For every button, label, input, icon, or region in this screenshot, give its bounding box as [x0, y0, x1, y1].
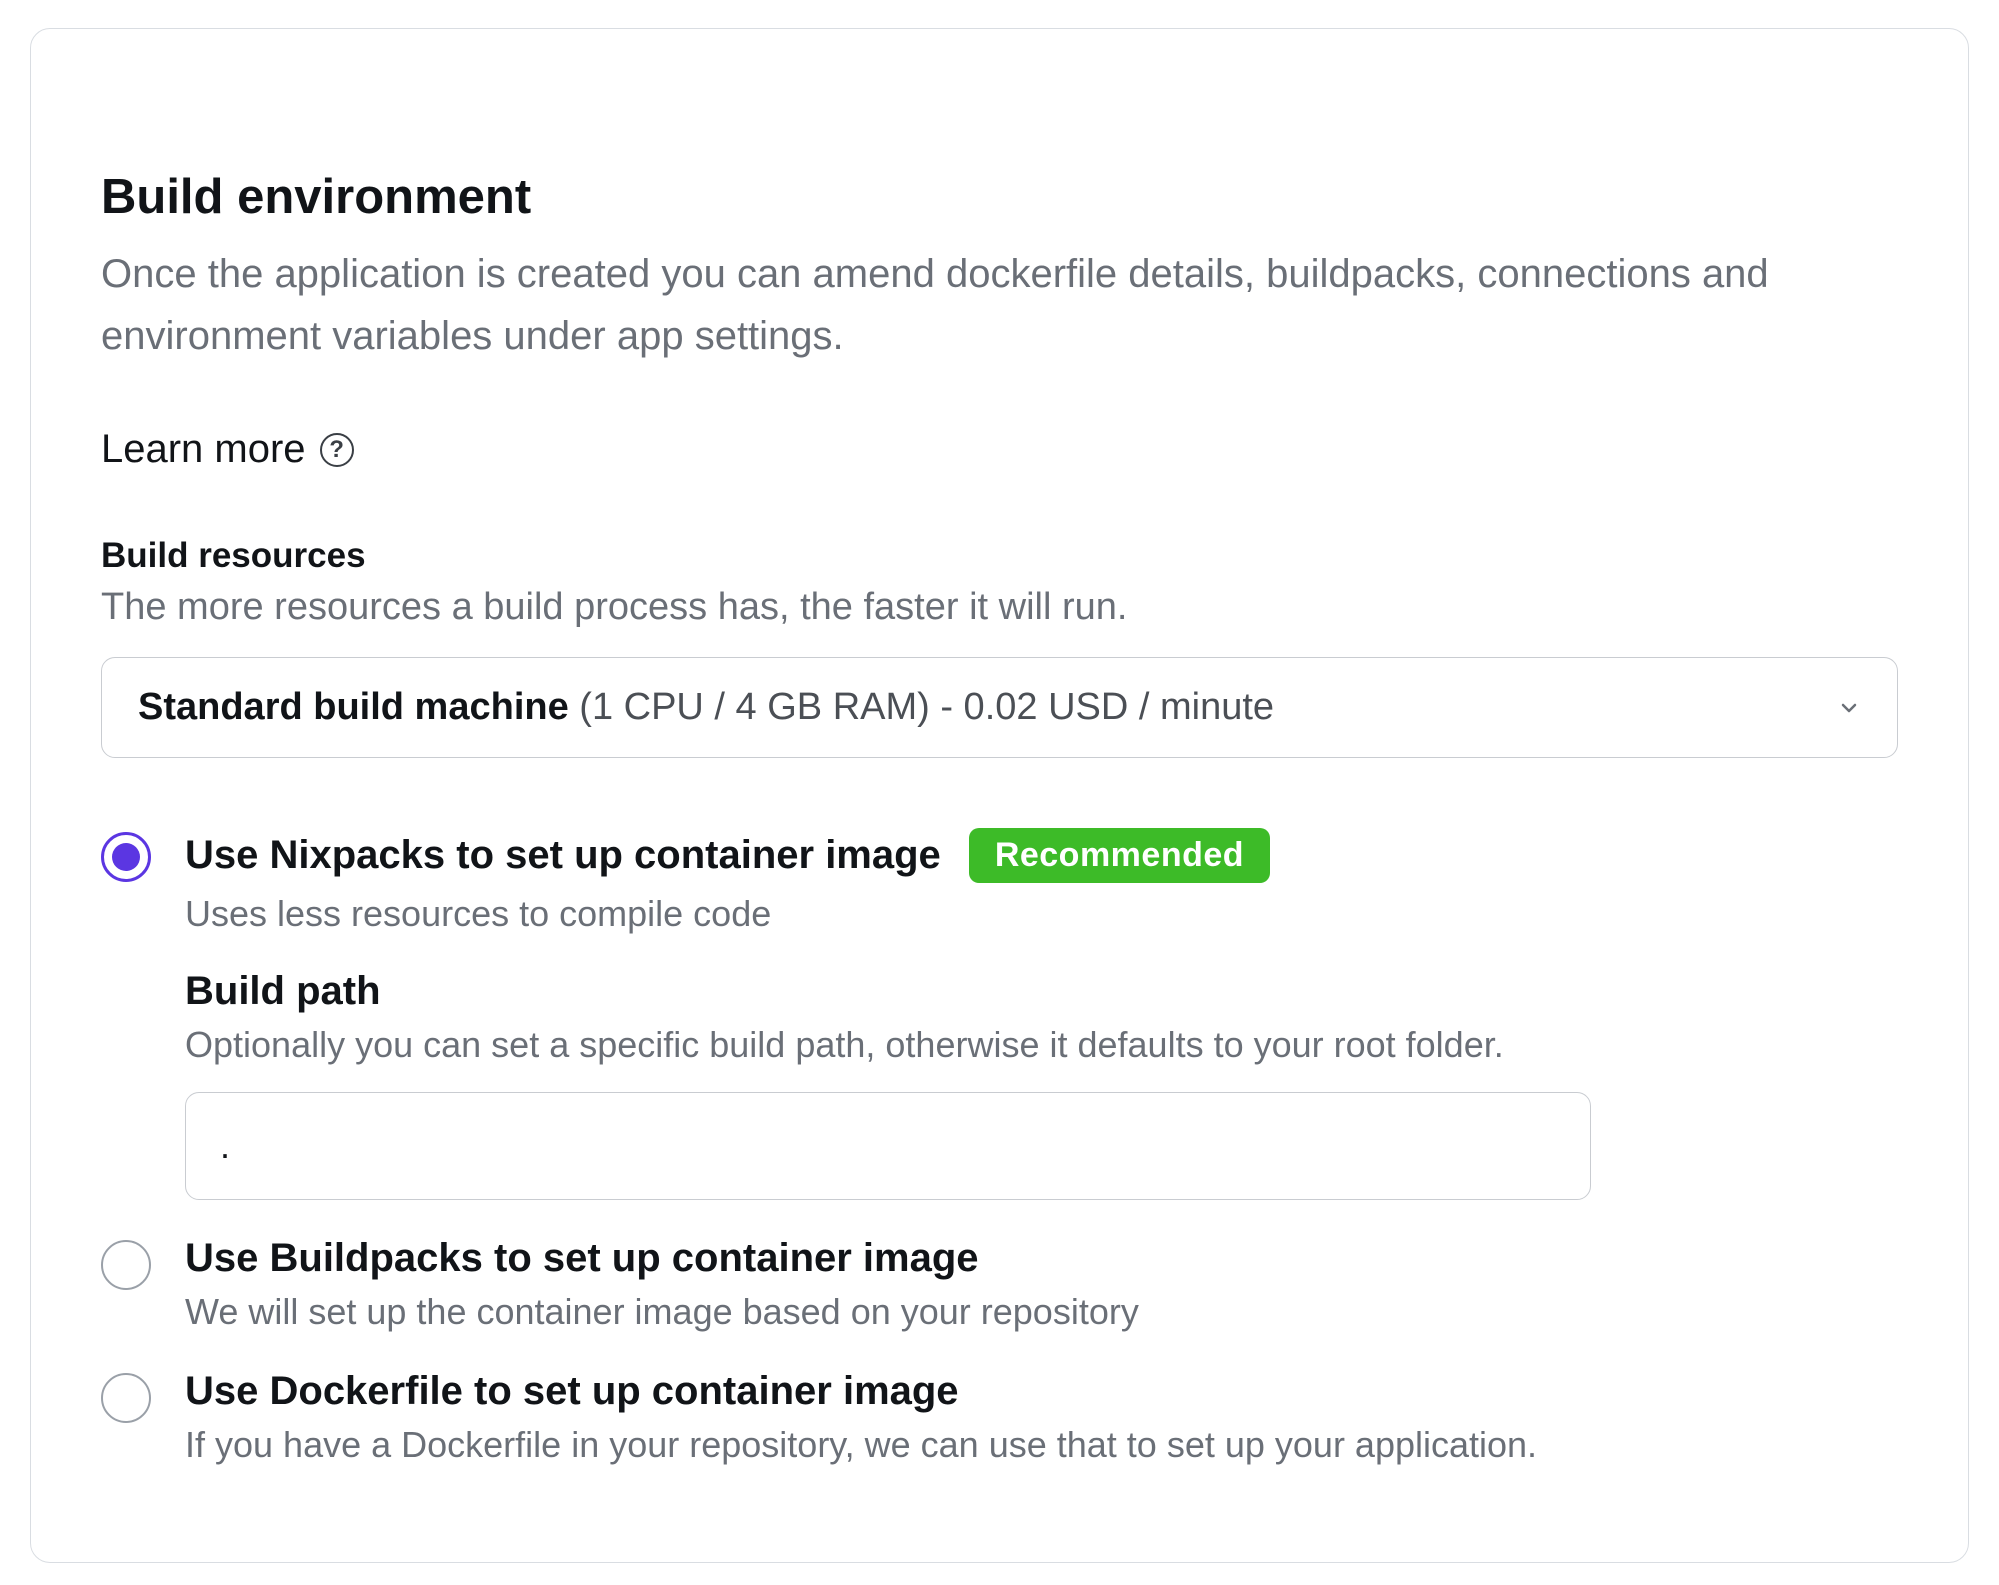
- radio-desc-nixpacks: Uses less resources to compile code: [185, 893, 1898, 935]
- radio-title-row: Use Nixpacks to set up container image R…: [185, 828, 1898, 883]
- radio-body-nixpacks: Use Nixpacks to set up container image R…: [185, 828, 1898, 1200]
- build-path-input[interactable]: [185, 1092, 1591, 1200]
- radio-nixpacks[interactable]: [101, 832, 151, 882]
- radio-desc-buildpacks: We will set up the container image based…: [185, 1291, 1898, 1333]
- build-method-radio-group: Use Nixpacks to set up container image R…: [101, 828, 1898, 1502]
- learn-more-label: Learn more: [101, 427, 306, 472]
- section-title: Build environment: [101, 169, 1898, 225]
- recommended-badge: Recommended: [969, 828, 1270, 883]
- radio-body-buildpacks: Use Buildpacks to set up container image…: [185, 1236, 1898, 1333]
- build-resources-label: Build resources: [101, 536, 1898, 576]
- radio-title-dockerfile: Use Dockerfile to set up container image: [185, 1369, 1898, 1414]
- radio-option-dockerfile: Use Dockerfile to set up container image…: [101, 1369, 1898, 1466]
- build-path-label: Build path: [185, 969, 1898, 1014]
- radio-option-nixpacks: Use Nixpacks to set up container image R…: [101, 828, 1898, 1200]
- build-machine-select[interactable]: Standard build machine (1 CPU / 4 GB RAM…: [101, 657, 1898, 758]
- build-machine-detail: (1 CPU / 4 GB RAM) - 0.02 USD / minute: [569, 686, 1274, 728]
- radio-dockerfile[interactable]: [101, 1373, 151, 1423]
- radio-title-nixpacks: Use Nixpacks to set up container image: [185, 833, 941, 878]
- radio-body-dockerfile: Use Dockerfile to set up container image…: [185, 1369, 1898, 1466]
- build-environment-panel: Build environment Once the application i…: [30, 28, 1969, 1563]
- build-resources-description: The more resources a build process has, …: [101, 586, 1898, 629]
- radio-desc-dockerfile: If you have a Dockerfile in your reposit…: [185, 1424, 1898, 1466]
- build-machine-selected-value: Standard build machine (1 CPU / 4 GB RAM…: [138, 686, 1274, 729]
- build-machine-name: Standard build machine: [138, 686, 569, 728]
- help-icon: ?: [320, 433, 354, 467]
- radio-title-buildpacks: Use Buildpacks to set up container image: [185, 1236, 1898, 1281]
- learn-more-link[interactable]: Learn more ?: [101, 427, 354, 472]
- chevron-down-icon: [1837, 696, 1861, 720]
- radio-option-buildpacks: Use Buildpacks to set up container image…: [101, 1236, 1898, 1333]
- build-path-description: Optionally you can set a specific build …: [185, 1024, 1898, 1066]
- section-description: Once the application is created you can …: [101, 243, 1861, 367]
- build-path-section: Build path Optionally you can set a spec…: [185, 969, 1898, 1200]
- radio-buildpacks[interactable]: [101, 1240, 151, 1290]
